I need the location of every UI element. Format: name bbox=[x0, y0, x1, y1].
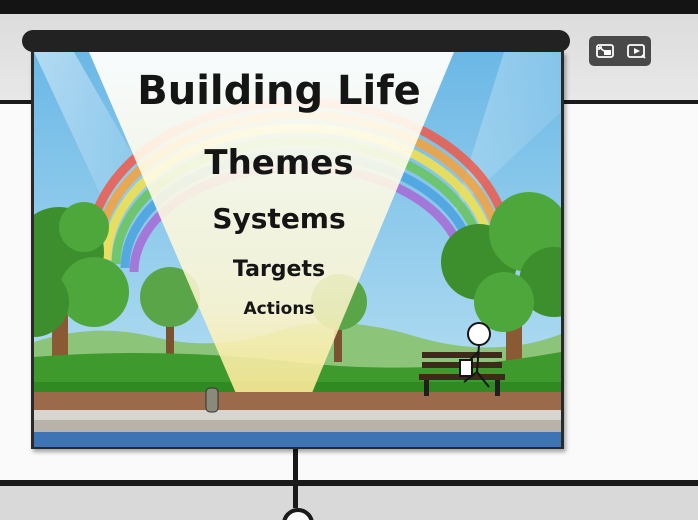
slide-level-targets: Targets bbox=[233, 257, 325, 282]
video-controls bbox=[589, 36, 651, 66]
video-frame[interactable]: Building Life Themes Systems Targets Act… bbox=[0, 0, 698, 520]
water bbox=[34, 432, 561, 447]
play-next-icon bbox=[626, 44, 646, 59]
sidewalk bbox=[34, 410, 561, 420]
dirt-path bbox=[34, 392, 561, 410]
slide-level-themes: Themes bbox=[204, 143, 353, 183]
sidewalk-curb bbox=[34, 420, 561, 432]
projector-roller bbox=[22, 30, 570, 52]
slide-level-systems: Systems bbox=[212, 202, 345, 235]
slide-title: Building Life bbox=[137, 68, 421, 114]
slide-level-actions: Actions bbox=[243, 299, 314, 319]
top-bar bbox=[0, 0, 698, 14]
projector-screen: Building Life Themes Systems Targets Act… bbox=[31, 51, 564, 449]
bollard bbox=[205, 387, 219, 413]
slide-illustration: Building Life Themes Systems Targets Act… bbox=[34, 52, 561, 447]
exit-fullscreen-button[interactable] bbox=[593, 39, 617, 63]
background-lower-panel bbox=[0, 486, 698, 520]
exit-fullscreen-icon bbox=[595, 44, 614, 58]
projector-stand-pole bbox=[293, 448, 298, 508]
play-next-button[interactable] bbox=[624, 39, 648, 63]
